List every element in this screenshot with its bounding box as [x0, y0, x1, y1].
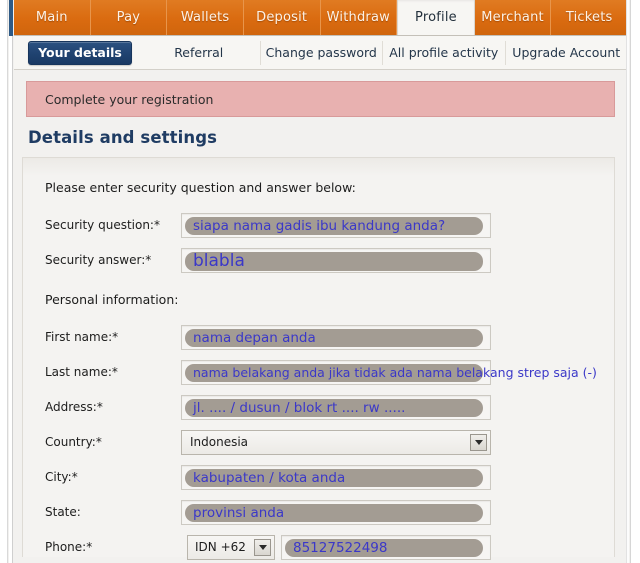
- security-answer-input[interactable]: blabla: [181, 247, 491, 273]
- last-name-value: nama belakang anda jika tidak ada nama b…: [193, 365, 597, 380]
- address-value: jl. .... / dusun / blok rt .... rw .....: [193, 399, 406, 416]
- tab-main[interactable]: Main: [14, 0, 91, 35]
- chevron-down-icon[interactable]: [470, 433, 487, 451]
- right-border-rail-inner: [626, 0, 629, 563]
- security-question-value: siapa nama gadis ibu kandung anda?: [193, 217, 446, 234]
- first-name-value: nama depan anda: [193, 329, 316, 346]
- subtab-your-details-label: Your details: [38, 44, 122, 60]
- form-row-security-answer: Security answer:* blabla: [41, 244, 600, 276]
- phone-number-input-value-pill: 85127522498: [285, 538, 483, 557]
- tab-wallets[interactable]: Wallets: [167, 0, 244, 35]
- security-question-input[interactable]: siapa nama gadis ibu kandung anda?: [181, 212, 491, 238]
- state-value: provinsi anda: [193, 504, 285, 521]
- city-input-value-pill: kabupaten / kota anda: [185, 468, 483, 487]
- security-section-label: Please enter security question and answe…: [45, 180, 356, 195]
- left-accent-bar: [9, 0, 13, 36]
- first-name-input-value-pill: nama depan anda: [185, 328, 483, 347]
- page-title: Details and settings: [28, 128, 218, 147]
- country-select[interactable]: Indonesia: [181, 429, 491, 455]
- registration-alert-banner: Complete your registration: [26, 81, 615, 117]
- country-selected-value: Indonesia: [190, 435, 249, 449]
- country-label: Country:*: [45, 435, 102, 449]
- tab-pay-label: Pay: [116, 10, 141, 25]
- state-label: State:: [45, 505, 81, 519]
- form-row-first-name: First name:* nama depan anda: [41, 321, 600, 353]
- subtab-referral-label: Referral: [174, 44, 224, 60]
- left-border-rail: [0, 0, 8, 563]
- last-name-input[interactable]: nama belakang anda jika tidak ada nama b…: [181, 359, 597, 385]
- form-row-state: State: provinsi anda: [41, 496, 600, 528]
- tab-pay[interactable]: Pay: [91, 0, 168, 35]
- subtab-referral[interactable]: Referral: [138, 40, 261, 65]
- left-border-rail-inner: [9, 0, 13, 563]
- last-name-input-value-pill: nama belakang anda jika tidak ada nama b…: [185, 363, 597, 382]
- tab-wallets-label: Wallets: [180, 10, 230, 25]
- city-value: kabupaten / kota anda: [193, 469, 346, 486]
- subtab-change-password-label: Change password: [265, 44, 377, 60]
- security-answer-input-value-pill: blabla: [185, 251, 483, 271]
- security-question-label: Security question:*: [45, 218, 160, 232]
- address-input-value-pill: jl. .... / dusun / blok rt .... rw .....: [185, 398, 483, 417]
- security-question-input-value-pill: siapa nama gadis ibu kandung anda?: [185, 216, 483, 235]
- page-scrollbar[interactable]: [630, 0, 640, 563]
- phone-country-code-value: IDN +62: [195, 540, 246, 554]
- form-row-address: Address:* jl. .... / dusun / blok rt ...…: [41, 391, 600, 423]
- form-row-security-question: Security question:* siapa nama gadis ibu…: [41, 209, 600, 241]
- tab-merchant-label: Merchant: [481, 10, 544, 25]
- browser-viewport: Main Pay Wallets Deposit Withdraw Profil…: [0, 0, 640, 563]
- tab-withdraw-label: Withdraw: [326, 10, 390, 25]
- tab-profile[interactable]: Profile: [397, 0, 475, 35]
- tab-deposit-label: Deposit: [256, 10, 308, 25]
- subtab-your-details[interactable]: Your details: [28, 40, 132, 65]
- tab-deposit[interactable]: Deposit: [244, 0, 321, 35]
- tab-merchant[interactable]: Merchant: [475, 0, 552, 35]
- tab-withdraw[interactable]: Withdraw: [321, 0, 398, 35]
- phone-number-input[interactable]: 85127522498: [281, 534, 491, 560]
- alert-message: Complete your registration: [45, 91, 214, 107]
- subtab-upgrade-account[interactable]: Upgrade Account: [506, 41, 628, 65]
- form-row-country: Country:* Indonesia: [41, 426, 600, 458]
- first-name-input[interactable]: nama depan anda: [181, 324, 491, 350]
- city-input[interactable]: kabupaten / kota anda: [181, 464, 491, 490]
- details-settings-form-panel: Please enter security question and answe…: [22, 157, 615, 560]
- tab-main-label: Main: [35, 10, 68, 25]
- subtab-all-profile-activity-label: All profile activity: [389, 44, 499, 60]
- phone-label: Phone:*: [45, 540, 93, 554]
- phone-number-value: 85127522498: [293, 539, 388, 556]
- city-label: City:*: [45, 470, 78, 484]
- address-input[interactable]: jl. .... / dusun / blok rt .... rw .....: [181, 394, 491, 420]
- last-name-label: Last name:*: [45, 365, 118, 379]
- first-name-label: First name:*: [45, 330, 119, 344]
- security-answer-label: Security answer:*: [45, 253, 152, 267]
- phone-country-code-select[interactable]: IDN +62: [187, 534, 275, 560]
- address-label: Address:*: [45, 400, 103, 414]
- security-answer-value: blabla: [193, 251, 245, 271]
- tab-profile-label: Profile: [415, 10, 457, 25]
- state-input[interactable]: provinsi anda: [181, 499, 491, 525]
- form-row-city: City:* kabupaten / kota anda: [41, 461, 600, 493]
- subtab-all-profile-activity[interactable]: All profile activity: [383, 40, 506, 65]
- tab-tickets-label: Tickets: [565, 10, 613, 25]
- main-navigation-tabs: Main Pay Wallets Deposit Withdraw Profil…: [14, 0, 627, 36]
- form-row-last-name: Last name:* nama belakang anda jika tida…: [41, 356, 600, 388]
- subtab-change-password[interactable]: Change password: [261, 40, 383, 65]
- profile-subnavigation: Your details Referral Change password Al…: [14, 36, 627, 70]
- alert-banner-container: Complete your registration: [14, 70, 627, 126]
- subtab-upgrade-account-label: Upgrade Account: [512, 44, 621, 60]
- tab-tickets[interactable]: Tickets: [551, 0, 627, 35]
- page-content: Main Pay Wallets Deposit Withdraw Profil…: [14, 0, 627, 563]
- personal-section-label: Personal information:: [45, 292, 179, 307]
- state-input-value-pill: provinsi anda: [185, 503, 483, 522]
- chevron-down-icon[interactable]: [254, 538, 271, 556]
- form-row-phone: Phone:* IDN +62 85127522498: [41, 531, 600, 563]
